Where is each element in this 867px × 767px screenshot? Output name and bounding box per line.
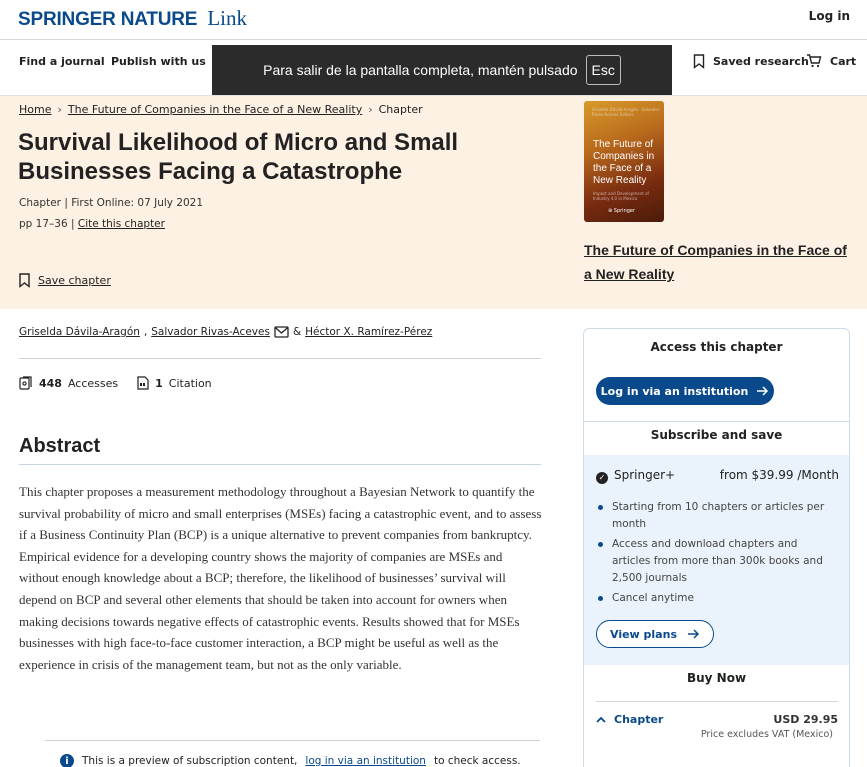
login-institution-button[interactable]: Log in via an institution: [596, 377, 774, 405]
springer-nature-link-logo[interactable]: SPRINGER NATURE Link: [18, 6, 247, 31]
meta-separator: |: [70, 218, 78, 230]
saved-research-link[interactable]: Saved research: [693, 54, 809, 69]
view-plans-label: View plans: [610, 627, 677, 641]
book-cover-image[interactable]: Griselda Dávila-Aragón · Salvador Rivas-…: [584, 101, 664, 222]
esc-key-badge: Esc: [585, 55, 621, 85]
logo-brand: SPRINGER NATURE: [18, 9, 198, 30]
author-separator: &: [292, 326, 302, 338]
plan-name: Springer+: [614, 468, 676, 482]
chevron-right-icon: ›: [57, 103, 62, 116]
plan-feature: Starting from 10 chapters or articles pe…: [596, 499, 836, 533]
check-circle-icon: ✓: [596, 471, 608, 484]
email-icon[interactable]: [274, 326, 289, 338]
plan-row: ✓ Springer+ from $39.99 /Month: [596, 468, 839, 484]
author-list: Griselda Dávila-Aragón, Salvador Rivas-A…: [19, 326, 432, 338]
buy-chapter-row[interactable]: Chapter USD 29.95: [596, 713, 838, 726]
cover-subtitle: Impact and Development of Industry 4.0 i…: [593, 191, 649, 201]
access-chapter-title: Access this chapter: [650, 340, 783, 354]
save-chapter-label: Save chapter: [38, 274, 111, 287]
divider: [596, 701, 838, 702]
saved-research-label: Saved research: [713, 55, 809, 68]
plan-feature: Access and download chapters and article…: [596, 536, 836, 587]
chevron-right-icon: ›: [368, 103, 373, 116]
login-link[interactable]: Log in: [809, 9, 850, 23]
content-type: Chapter: [19, 197, 61, 209]
citation-icon: [137, 376, 149, 390]
bookmark-icon: [19, 273, 30, 288]
preview-text: This is a preview of subscription conten…: [82, 755, 298, 767]
save-chapter-button[interactable]: Save chapter: [19, 273, 111, 288]
first-online-date: First Online: 07 July 2021: [71, 197, 204, 209]
subscribe-title: Subscribe and save: [650, 428, 783, 442]
author-link[interactable]: Héctor X. Ramírez-Pérez: [305, 326, 432, 338]
cart-link[interactable]: Cart: [806, 54, 856, 68]
accesses-icon: [19, 376, 32, 390]
cart-label: Cart: [830, 54, 857, 68]
top-header: SPRINGER NATURE Link Log in: [0, 0, 867, 40]
plan-price: from $39.99 /Month: [719, 468, 839, 482]
login-institution-label: Log in via an institution: [600, 384, 749, 398]
info-icon: i: [60, 754, 74, 767]
divider: [19, 464, 541, 465]
subscription-preview-notice: i This is a preview of subscription cont…: [60, 754, 521, 767]
bookmark-icon: [693, 54, 705, 69]
access-panel: Access this chapter Log in via an instit…: [583, 328, 850, 767]
book-title-link[interactable]: The Future of Companies in the Face of a…: [584, 238, 854, 286]
author-separator: ,: [143, 326, 148, 338]
plan-features: Starting from 10 chapters or articles pe…: [596, 499, 836, 610]
buy-price: USD 29.95: [773, 713, 838, 726]
plan-name-wrap: ✓ Springer+: [596, 468, 675, 484]
chapter-meta-pages: pp 17–36 | Cite this chapter: [19, 218, 165, 230]
fullscreen-notice-text: Para salir de la pantalla completa, mant…: [263, 62, 578, 78]
cite-chapter-link[interactable]: Cite this chapter: [78, 218, 165, 230]
divider: [45, 740, 540, 741]
divider: [19, 358, 541, 359]
buy-item-wrap: Chapter: [596, 713, 663, 726]
citations-count: 1: [155, 376, 163, 390]
article-metrics[interactable]: 448 Accesses 1 Citation: [19, 376, 212, 390]
breadcrumb-book[interactable]: The Future of Companies in the Face of a…: [68, 103, 362, 116]
buy-item-label: Chapter: [614, 713, 664, 726]
buy-now-title: Buy Now: [686, 671, 747, 685]
page-range: pp 17–36: [19, 218, 68, 230]
cover-editors: Griselda Dávila-Aragón · Salvador Rivas-…: [592, 107, 660, 117]
chevron-up-icon: [596, 713, 606, 726]
accesses-label: Accesses: [67, 376, 119, 390]
breadcrumb-home[interactable]: Home: [19, 103, 51, 116]
abstract-heading: Abstract: [19, 435, 101, 457]
nav-publish[interactable]: Publish with us: [111, 55, 206, 68]
author-link[interactable]: Griselda Dávila-Aragón: [19, 326, 140, 338]
chapter-title: Survival Likelihood of Micro and Small B…: [18, 129, 459, 185]
breadcrumb-current: Chapter: [378, 103, 423, 116]
arrow-right-icon: [688, 629, 700, 639]
divider: [584, 421, 849, 422]
citations-label: Citation: [168, 376, 212, 390]
fullscreen-exit-notice: Para salir de la pantalla completa, mant…: [212, 45, 672, 95]
accesses-count: 448: [39, 376, 62, 390]
logo-link-word: Link: [207, 6, 247, 30]
arrow-right-icon: [757, 386, 769, 396]
chapter-meta: Chapter | First Online: 07 July 2021: [19, 197, 203, 209]
nav-find-journal[interactable]: Find a journal: [19, 55, 105, 68]
preview-institution-link[interactable]: log in via an institution: [305, 755, 426, 767]
author-link[interactable]: Salvador Rivas-Aceves: [151, 326, 270, 338]
breadcrumb: Home › The Future of Companies in the Fa…: [19, 103, 423, 116]
cover-publisher: ⊕ Springer: [608, 208, 636, 214]
preview-text-end: to check access.: [433, 755, 521, 767]
view-plans-button[interactable]: View plans: [596, 620, 714, 648]
subscription-plan-box: ✓ Springer+ from $39.99 /Month Starting f…: [584, 455, 849, 665]
chapter-hero: Home › The Future of Companies in the Fa…: [0, 96, 867, 309]
vat-note: Price excludes VAT (Mexico): [700, 729, 833, 740]
plan-feature: Cancel anytime: [596, 590, 836, 607]
abstract-text: This chapter proposes a measurement meth…: [19, 484, 542, 672]
cover-title: The Future of Companies in the Face of a…: [593, 139, 655, 186]
cart-icon: [807, 54, 822, 68]
